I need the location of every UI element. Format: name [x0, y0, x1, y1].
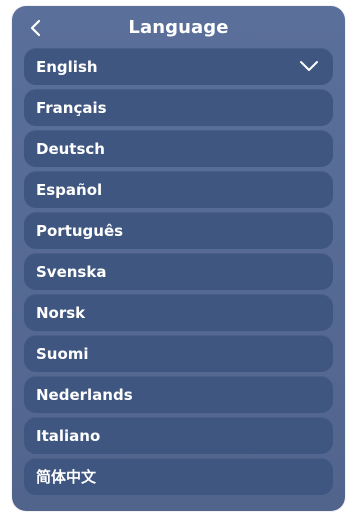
language-label: Suomi: [36, 344, 89, 363]
language-item-portugues[interactable]: Português: [24, 212, 333, 249]
language-label: English: [36, 57, 98, 76]
language-item-svenska[interactable]: Svenska: [24, 253, 333, 290]
language-label: Svenska: [36, 262, 107, 281]
language-panel: Language English Français Deutsch Españo…: [12, 6, 345, 511]
language-label: Nederlands: [36, 385, 133, 404]
language-label: Español: [36, 180, 103, 199]
header: Language: [12, 6, 345, 52]
language-item-suomi[interactable]: Suomi: [24, 335, 333, 372]
language-label: Português: [36, 221, 124, 240]
language-label: 简体中文: [36, 468, 97, 486]
language-item-nederlands[interactable]: Nederlands: [24, 376, 333, 413]
language-label: Français: [36, 98, 107, 117]
page-title: Language: [128, 17, 229, 38]
language-item-simplified-chinese[interactable]: 简体中文: [24, 458, 333, 495]
language-item-espanol[interactable]: Español: [24, 171, 333, 208]
language-item-deutsch[interactable]: Deutsch: [24, 130, 333, 167]
language-label: Norsk: [36, 303, 86, 322]
language-list: English Français Deutsch Español Portugu…: [24, 48, 333, 499]
language-item-francais[interactable]: Français: [24, 89, 333, 126]
language-label: Deutsch: [36, 139, 105, 158]
language-label: Italiano: [36, 426, 101, 445]
language-item-english[interactable]: English: [24, 48, 333, 85]
check-icon: [300, 61, 318, 71]
language-item-italiano[interactable]: Italiano: [24, 417, 333, 454]
language-item-norsk[interactable]: Norsk: [24, 294, 333, 331]
